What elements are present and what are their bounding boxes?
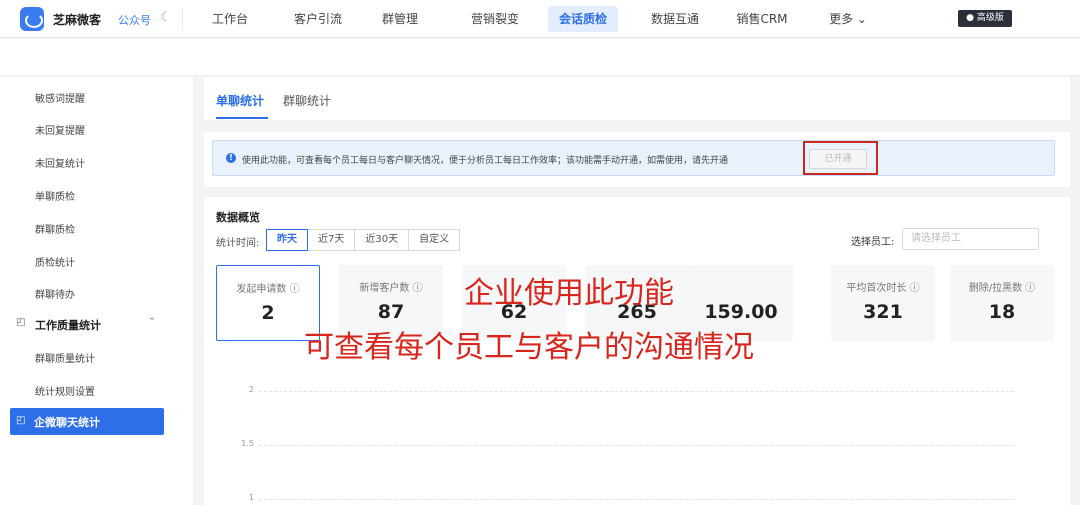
staff-select-label: 选择员工:: [851, 237, 895, 248]
metric-value: 18: [988, 301, 1016, 323]
nav-sales-crm[interactable]: 销售CRM: [732, 0, 792, 38]
active-tab-indicator: [216, 117, 268, 119]
metric-value: 321: [863, 301, 903, 323]
main-content: 单聊统计 群聊统计 ! 使用此功能，可查看每个员工每日与客户聊天情况，便于分析员…: [204, 77, 1070, 505]
notice-text: 使用此功能，可查看每个员工每日与客户聊天情况，便于分析员工每日工作效率；该功能需…: [242, 156, 729, 166]
sidebar-item-label: 企微聊天统计: [34, 416, 100, 429]
brand-name: 芝麻微客: [53, 13, 102, 27]
sidebar-item-label: 群聊质检: [35, 225, 75, 236]
y-axis-tick: 1.5: [241, 439, 254, 448]
theme-toggle-icon[interactable]: ☾: [160, 10, 172, 25]
notice-card: ! 使用此功能，可查看每个员工每日与客户聊天情况，便于分析员工每日工作效率；该功…: [204, 132, 1070, 187]
metric-label: 删除/拉黑数 ⓘ: [968, 283, 1036, 294]
metric-value: 87: [377, 301, 405, 323]
metric-label: 发起申请数 ⓘ: [236, 284, 300, 295]
sidebar-item-label: 群聊待办: [35, 290, 75, 301]
chevron-up-icon: ⌃: [148, 317, 156, 327]
nav-group-management[interactable]: 群管理: [375, 0, 425, 38]
sidebar: 敏感词提醒 未回复提醒 未回复统计 单聊质检 群聊质检 质检统计 群聊待办 ◰ …: [0, 77, 193, 505]
sidebar-item-label: 未回复统计: [35, 159, 85, 170]
metric-label: 平均首次时长 ⓘ: [846, 283, 920, 294]
chart-icon: ◰: [16, 317, 26, 328]
metric-card-avg-first-response[interactable]: 平均首次时长 ⓘ 321: [831, 265, 935, 341]
staff-select-input[interactable]: 请选择员工: [902, 228, 1039, 250]
account-switch[interactable]: 公众号: [118, 12, 151, 28]
range-30-days-button[interactable]: 近30天: [354, 229, 410, 251]
nav-marketing-fission[interactable]: 营销裂变: [465, 0, 525, 38]
metric-card-deleted-blocked[interactable]: 删除/拉黑数 ⓘ 18: [950, 265, 1054, 341]
range-7-days-button[interactable]: 近7天: [307, 229, 356, 251]
metric-value: 159.00: [704, 301, 778, 323]
sidebar-item-label: 群聊质量统计: [35, 354, 95, 365]
sidebar-item-wecom-chat-stats[interactable]: ◰ 企微聊天统计: [10, 408, 164, 435]
sidebar-item-label: 敏感词提醒: [35, 94, 85, 105]
y-axis-tick: 2: [248, 385, 254, 394]
range-custom-button[interactable]: 自定义: [408, 229, 461, 251]
grid-line: [259, 391, 1014, 392]
time-range-label: 统计时间:: [216, 238, 260, 249]
chart-icon: ◰: [16, 415, 26, 426]
sidebar-group-label: 工作质量统计: [35, 319, 101, 332]
top-bar: 芝麻微客 公众号 ☾ 工作台 客户引流 群管理 营销裂变 会话质检 数据互通 销…: [0, 0, 1080, 38]
annotation-overlay-line-2: 可查看每个员工与客户的沟通情况: [304, 330, 754, 365]
info-icon: !: [226, 153, 236, 163]
nav-data-sync[interactable]: 数据互通: [645, 0, 705, 38]
metric-label: 新增客户数 ⓘ: [359, 283, 423, 294]
data-overview-card: 数据概览 统计时间: 昨天 近7天 近30天 自定义 选择员工: 请选择员工 发…: [204, 197, 1070, 505]
metric-value: 2: [261, 302, 275, 324]
sidebar-item-label: 统计规则设置: [35, 387, 95, 398]
sidebar-item-label: 单聊质检: [35, 192, 75, 203]
time-range-selector: 昨天 近7天 近30天 自定义: [266, 229, 461, 251]
highlight-box: [803, 141, 878, 175]
nav-more[interactable]: 更多 ⌄: [823, 0, 873, 38]
tab-single-chat-stats[interactable]: 单聊统计: [216, 92, 264, 109]
sidebar-item-label: 未回复提醒: [35, 126, 85, 137]
annotation-overlay-line-1: 企业使用此功能: [464, 276, 674, 311]
sidebar-item-label: 质检统计: [35, 258, 75, 269]
info-notice: ! 使用此功能，可查看每个员工每日与客户聊天情况，便于分析员工每日工作效率；该功…: [212, 140, 1055, 176]
grid-line: [259, 499, 1014, 500]
app-logo-icon[interactable]: [20, 7, 44, 31]
range-yesterday-button[interactable]: 昨天: [266, 229, 308, 251]
y-axis-tick: 1: [248, 493, 254, 502]
tab-group-chat-stats[interactable]: 群聊统计: [283, 92, 331, 109]
pro-edition-badge[interactable]: ● 高级版: [958, 10, 1012, 27]
nav-session-inspection[interactable]: 会话质检: [548, 6, 618, 32]
nav-workbench[interactable]: 工作台: [205, 0, 255, 38]
section-title: 数据概览: [216, 211, 260, 224]
badge-label: 高级版: [976, 13, 1004, 23]
crown-icon: ●: [966, 13, 974, 23]
divider: [182, 8, 183, 30]
nav-customer-acquisition[interactable]: 客户引流: [288, 0, 348, 38]
sub-header-strip: [0, 39, 1080, 76]
stats-tabs: 单聊统计 群聊统计: [204, 77, 1070, 120]
grid-line: [259, 445, 1014, 446]
